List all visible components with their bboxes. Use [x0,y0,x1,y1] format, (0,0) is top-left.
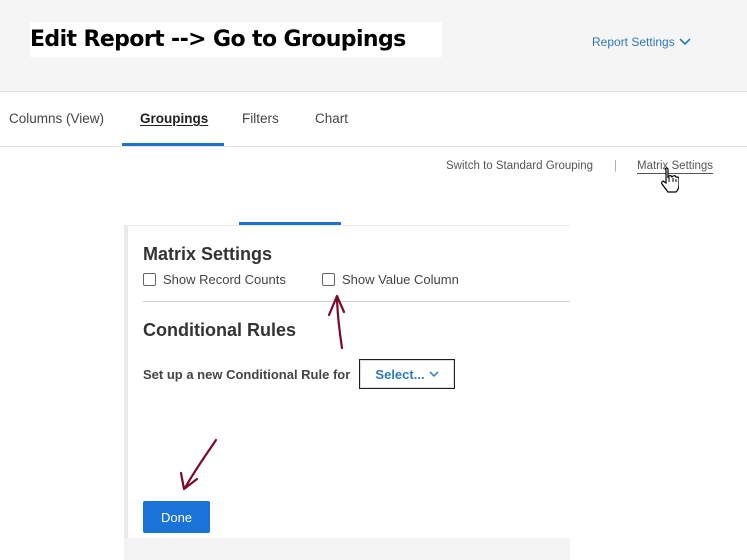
conditional-rule-select[interactable]: Select... [359,359,455,389]
conditional-rules-title: Conditional Rules [143,320,296,340]
conditional-rule-setup-label: Set up a new Conditional Rule for [143,367,351,382]
annotation-caption: Edit Report --> Go to Groupings [30,27,406,52]
report-tabs: Columns (View) Groupings Filters Chart [0,93,747,147]
select-label: Select... [375,366,425,382]
show-value-column-option[interactable]: Show Value Column [322,272,459,287]
tab-columns-view[interactable]: Columns (View) [9,93,104,147]
show-record-counts-label: Show Record Counts [163,272,286,287]
tab-chart[interactable]: Chart [315,93,348,147]
show-value-column-label: Show Value Column [342,272,459,287]
panel-footer-strip [124,538,570,560]
show-record-counts-checkbox[interactable] [143,273,156,286]
active-tab-indicator [122,143,224,146]
hand-pointer-icon [661,167,679,193]
show-record-counts-option[interactable]: Show Record Counts [143,272,286,287]
show-value-column-checkbox[interactable] [322,273,335,286]
chevron-down-icon [429,370,439,377]
tab-groupings[interactable]: Groupings [140,93,208,147]
chevron-down-icon [679,38,691,46]
annotation-caption-box: Edit Report --> Go to Groupings [30,22,442,57]
section-divider [143,301,570,302]
report-settings-label: Report Settings [592,35,675,49]
switch-standard-grouping-link[interactable]: Switch to Standard Grouping [446,160,593,172]
link-separator: | [614,160,617,172]
matrix-settings-title: Matrix Settings [143,244,273,264]
report-header: Edit Report --> Go to Groupings Report S… [0,0,747,92]
done-button[interactable]: Done [143,501,210,533]
tab-filters[interactable]: Filters [242,93,279,147]
report-settings-dropdown[interactable]: Report Settings [592,35,691,49]
